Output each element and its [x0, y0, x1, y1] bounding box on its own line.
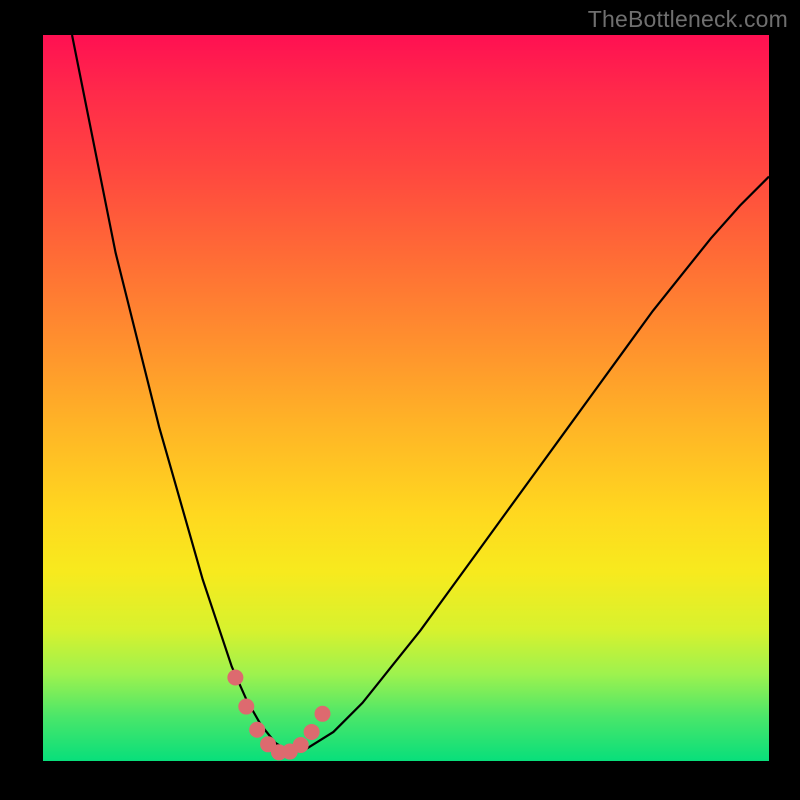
highlight-marker — [293, 738, 308, 753]
bottom-highlight-markers — [228, 670, 330, 760]
highlight-marker — [250, 722, 265, 737]
bottleneck-curve-path — [72, 35, 769, 752]
watermark-text: TheBottleneck.com — [588, 6, 788, 33]
highlight-marker — [228, 670, 243, 685]
highlight-marker — [239, 699, 254, 714]
highlight-marker — [304, 724, 319, 739]
highlight-marker — [315, 706, 330, 721]
bottleneck-curve-svg — [43, 35, 769, 761]
chart-frame: TheBottleneck.com — [0, 0, 800, 800]
